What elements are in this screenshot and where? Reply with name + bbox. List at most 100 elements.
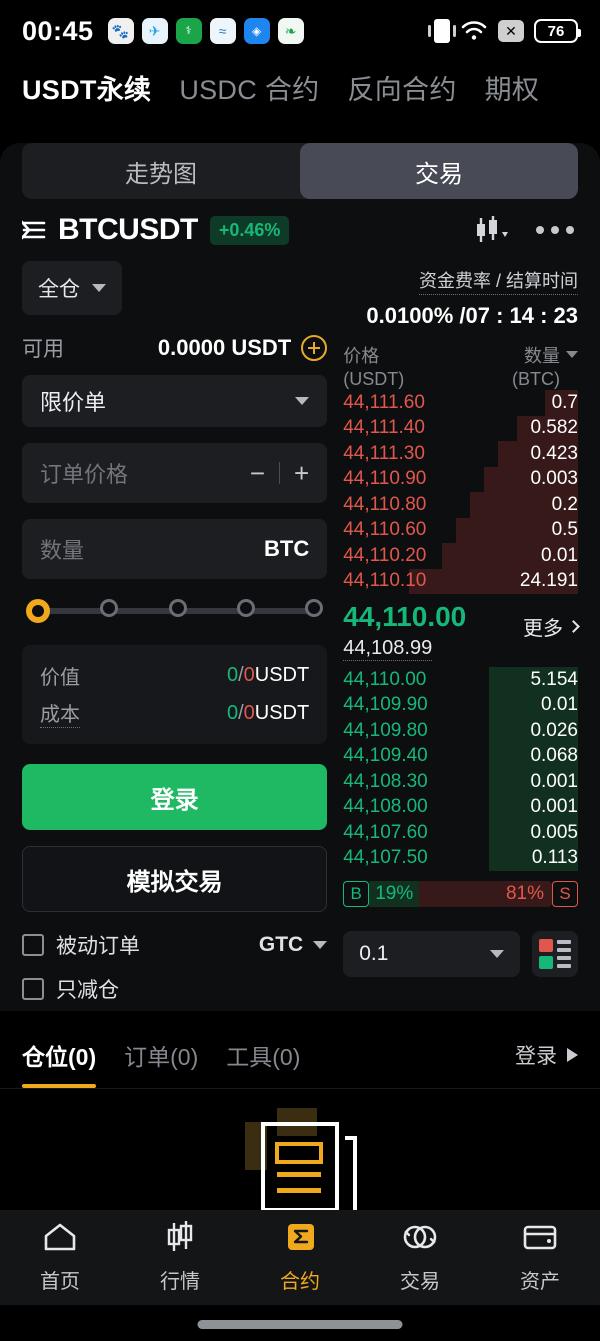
order-book-row[interactable]: 44,111.30 0.423: [343, 441, 578, 467]
bid-price: 44,110.00: [343, 668, 427, 690]
tab-options[interactable]: 期权: [485, 68, 540, 107]
order-cost-label: 成本: [40, 698, 80, 728]
nav-contracts[interactable]: 合约: [240, 1221, 360, 1294]
bid-price: 44,107.50: [343, 847, 428, 869]
tab-positions[interactable]: 仓位(0): [22, 1038, 97, 1088]
status-right-icons: ✕ 76: [428, 19, 581, 43]
order-book-row[interactable]: 44,107.50 0.113: [343, 845, 578, 871]
nav-assets[interactable]: 资产: [480, 1221, 600, 1294]
symbol-change-badge: +0.46%: [209, 215, 290, 245]
vibrate-icon: [428, 19, 456, 43]
tab-orders[interactable]: 订单(0): [124, 1038, 198, 1088]
order-book-row[interactable]: 44,109.40 0.068: [343, 743, 578, 769]
order-book-row[interactable]: 44,108.00 0.001: [343, 794, 578, 820]
tick-size-dropdown[interactable]: 0.1: [343, 930, 520, 977]
order-book-row[interactable]: 44,110.80 0.2: [343, 492, 578, 518]
order-price-input[interactable]: 订单价格 − +: [22, 443, 328, 503]
segment-chart[interactable]: 走势图: [22, 143, 300, 199]
amount-percent-slider[interactable]: [26, 599, 324, 623]
tab-usdt-perp[interactable]: USDT永续: [22, 68, 151, 107]
tab-usdc-futures[interactable]: USDC 合约: [179, 68, 319, 107]
section-login-link[interactable]: 登录: [515, 1040, 578, 1086]
tab-inverse-futures[interactable]: 反向合约: [347, 68, 456, 107]
price-increment-button[interactable]: +: [294, 458, 309, 489]
order-cost-sell: 0: [243, 701, 255, 724]
order-book-row[interactable]: 44,110.90 0.003: [343, 466, 578, 492]
slider-node-100[interactable]: [305, 599, 324, 617]
order-book-row[interactable]: 44,111.60 0.7: [343, 390, 578, 416]
bid-price: 44,107.60: [343, 821, 428, 843]
nav-home[interactable]: 首页: [0, 1221, 120, 1294]
quantity-input[interactable]: 数量 BTC: [22, 519, 328, 579]
sort-icon[interactable]: [566, 351, 578, 358]
order-book-row[interactable]: 44,110.10 24.191: [343, 568, 578, 594]
more-link[interactable]: 更多: [523, 612, 580, 661]
order-book-row[interactable]: 44,108.30 0.001: [343, 768, 578, 795]
reduce-only-label: 只减仓: [56, 979, 119, 1002]
quantity-unit: BTC: [264, 536, 310, 561]
candlestick-icon[interactable]: [474, 216, 510, 244]
nav-trade[interactable]: 交易: [360, 1221, 480, 1294]
demo-trade-button[interactable]: 模拟交易: [22, 846, 328, 912]
login-button[interactable]: 登录: [22, 764, 328, 830]
ask-price: 44,111.40: [343, 417, 425, 439]
bottom-navigation: 首页 行情 合约 交易 资产: [0, 1210, 600, 1305]
add-funds-icon[interactable]: [301, 335, 328, 361]
order-type-dropdown[interactable]: 限价单: [22, 375, 328, 427]
ask-qty: 0.5: [551, 519, 578, 541]
time-in-force-label: GTC: [258, 933, 304, 956]
price-decrement-button[interactable]: −: [250, 458, 265, 489]
bid-price: 44,108.00: [343, 796, 428, 818]
ask-qty: 0.582: [530, 417, 578, 439]
battery-level: 76: [547, 22, 565, 40]
order-price-placeholder: 订单价格: [40, 462, 129, 487]
ask-price: 44,110.90: [343, 468, 427, 490]
slider-node-25[interactable]: [100, 599, 119, 617]
reduce-only-checkbox[interactable]: [22, 978, 44, 1000]
time-in-force-dropdown[interactable]: GTC: [258, 933, 328, 957]
order-book-row[interactable]: 44,107.60 0.005: [343, 819, 578, 846]
order-book-row[interactable]: 44,110.00 5.154: [343, 666, 578, 693]
ask-price: 44,110.80: [343, 493, 427, 515]
funding-rate-label[interactable]: 资金费率 / 结算时间: [418, 267, 578, 295]
order-book-row[interactable]: 44,111.40 0.582: [343, 415, 578, 441]
order-value-sell: 0: [243, 664, 255, 686]
chevron-down-icon: [295, 397, 310, 405]
post-only-checkbox[interactable]: [22, 934, 44, 956]
slider-node-75[interactable]: [236, 599, 255, 617]
margin-mode-dropdown[interactable]: 全仓: [22, 261, 122, 315]
bid-price: 44,108.30: [343, 770, 428, 792]
symbol-header: BTCUSDT +0.46%: [0, 199, 600, 253]
app-screen: 00:45 🐾 ✈ ⚕ ≈ ◈ ❧ ✕ 76 USDT永续 USDC 合约 反向…: [0, 0, 600, 1341]
buy-ratio: 19%: [369, 880, 420, 907]
more-label: 更多: [523, 617, 563, 640]
nav-markets[interactable]: 行情: [120, 1221, 240, 1294]
depth-view-toggle[interactable]: [532, 930, 578, 977]
slider-node-0[interactable]: [26, 599, 50, 623]
chevron-down-icon: [92, 284, 106, 292]
status-clock: 00:45: [22, 15, 94, 46]
swap-icon: [400, 1221, 440, 1258]
symbol-list-icon[interactable]: [20, 219, 48, 241]
order-book-row[interactable]: 44,110.20 0.01: [343, 543, 578, 569]
slider-node-50[interactable]: [168, 599, 187, 617]
bid-qty: 0.113: [531, 847, 578, 869]
bid-price: 44,109.40: [343, 745, 428, 767]
order-book-row[interactable]: 44,109.90 0.01: [343, 692, 578, 718]
order-book-row[interactable]: 44,109.80 0.026: [343, 717, 578, 744]
play-arrow-icon: [567, 1048, 578, 1062]
order-cost-unit: USDT: [254, 701, 310, 724]
wallet-icon: [521, 1221, 559, 1258]
order-type-label: 限价单: [40, 390, 107, 415]
post-only-row[interactable]: 被动订单 GTC: [22, 930, 328, 960]
segment-trade[interactable]: 交易: [300, 143, 578, 199]
reduce-only-row[interactable]: 只减仓: [22, 974, 327, 1004]
order-book-row[interactable]: 44,110.60 0.5: [343, 517, 578, 543]
tab-tools[interactable]: 工具(0): [226, 1038, 300, 1088]
chevron-down-icon: [490, 949, 504, 958]
funding-rate-block: 资金费率 / 结算时间 0.0100% /07 : 14 : 23: [343, 253, 578, 329]
more-menu-icon[interactable]: [536, 226, 574, 234]
index-price[interactable]: 44,108.99: [343, 637, 433, 661]
mid-price-row: 44,110.00 44,108.99 更多: [343, 594, 580, 667]
symbol-name[interactable]: BTCUSDT: [58, 213, 198, 247]
